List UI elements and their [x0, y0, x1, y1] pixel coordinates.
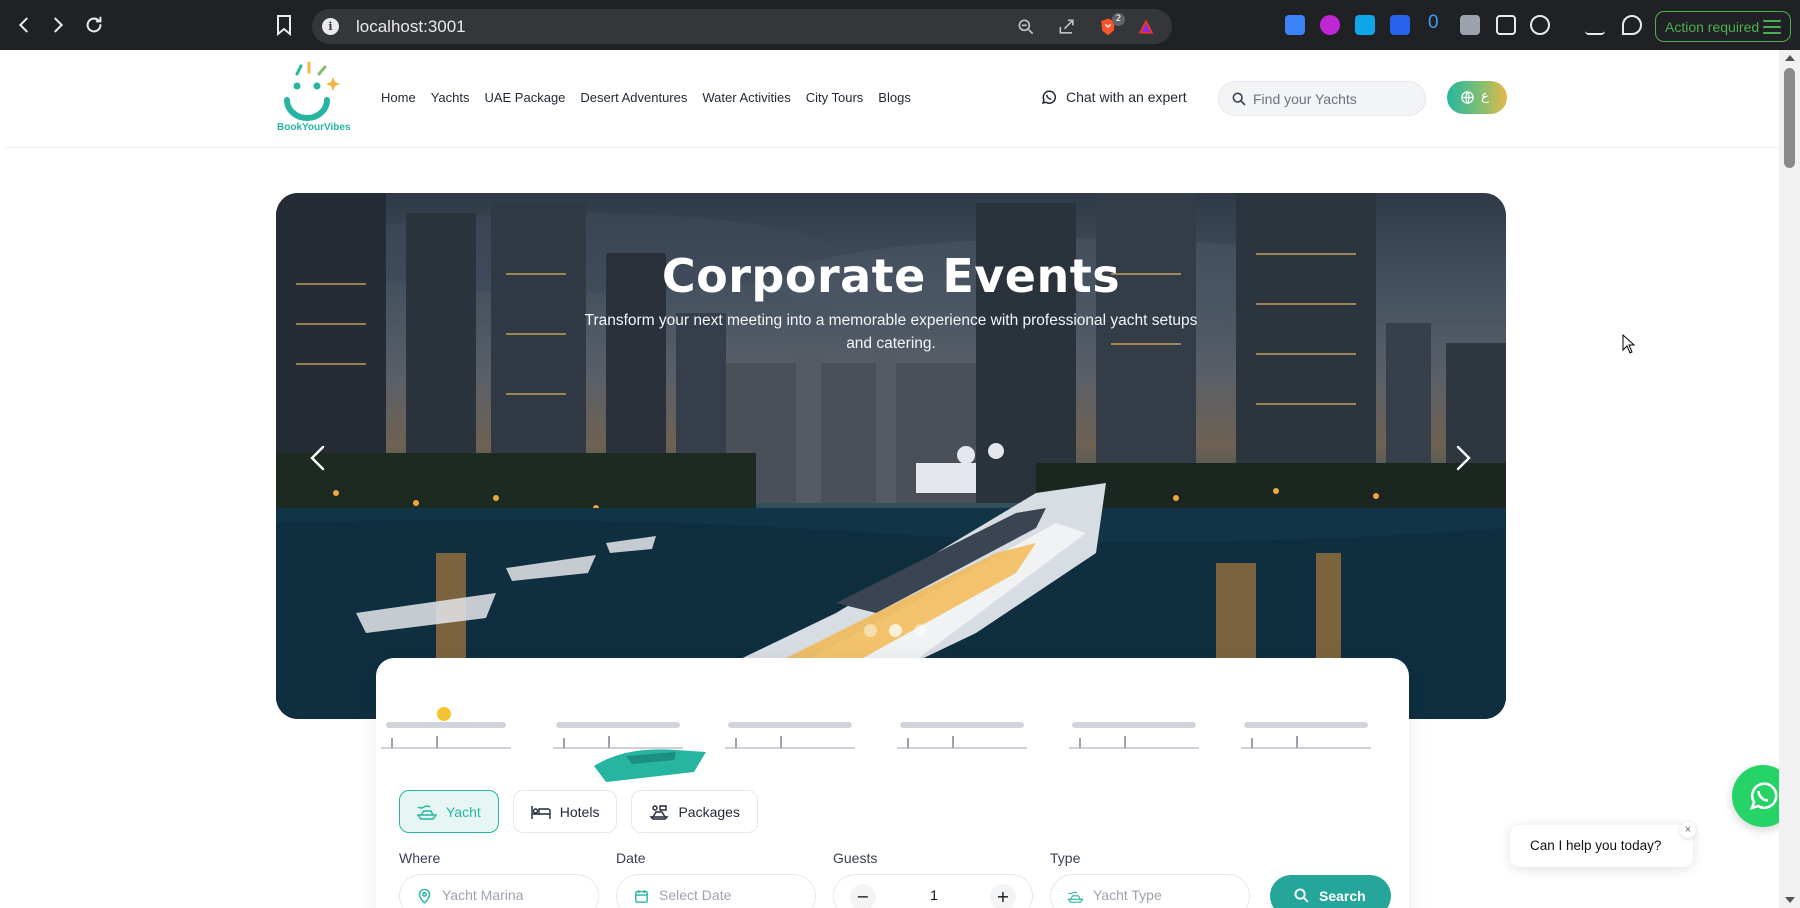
next-slide-button[interactable] — [1442, 438, 1482, 478]
whatsapp-icon — [1749, 782, 1778, 811]
close-chat-prompt-button[interactable]: × — [1680, 822, 1696, 838]
skyline-illustration — [381, 707, 1371, 782]
guests-stepper: − 1 + — [833, 874, 1033, 908]
hero-subtitle: Transform your next meeting into a memor… — [584, 312, 1198, 352]
nav-city-tours[interactable]: City Tours — [806, 90, 864, 105]
hero-title: Corporate Events — [661, 249, 1121, 303]
date-label: Date — [616, 850, 646, 866]
nav-water-activities[interactable]: Water Activities — [702, 90, 790, 105]
type-field[interactable] — [1050, 874, 1250, 908]
bed-icon — [531, 805, 551, 819]
date-field[interactable] — [616, 874, 816, 908]
location-pin-icon — [418, 888, 431, 904]
lr-ext-icon[interactable] — [1320, 15, 1340, 35]
guests-increment-button[interactable]: + — [990, 884, 1016, 908]
menu-icon — [1763, 20, 1781, 34]
back-icon[interactable] — [11, 12, 37, 38]
brand-name: BookYourVibes — [277, 122, 351, 133]
bookmark-icon[interactable] — [272, 13, 296, 37]
tab-yacht-label: Yacht — [446, 803, 481, 820]
slide-dot-active[interactable] — [889, 624, 902, 637]
scroll-up-icon[interactable] — [1785, 55, 1795, 61]
translate-ext-icon[interactable] — [1285, 15, 1305, 35]
search-icon — [1232, 92, 1246, 106]
slide-dot[interactable] — [864, 624, 877, 637]
camera-ext-icon[interactable] — [1460, 15, 1480, 35]
download-icon[interactable] — [1585, 15, 1605, 35]
page-viewport: BookYourVibes Home Yachts UAE Package De… — [5, 50, 1779, 908]
nav-uae-package[interactable]: UAE Package — [484, 90, 565, 105]
yacht-search-box[interactable] — [1218, 81, 1426, 116]
date-input[interactable] — [659, 887, 799, 903]
sun-icon — [437, 707, 451, 721]
music-icon[interactable] — [1622, 15, 1642, 35]
globe-icon — [1461, 91, 1474, 104]
reload-icon[interactable] — [81, 12, 107, 38]
where-input[interactable] — [442, 887, 582, 903]
tab-hotels[interactable]: Hotels — [512, 790, 618, 833]
package-icon — [649, 804, 670, 820]
type-input[interactable] — [1093, 887, 1233, 903]
calendar-icon — [635, 890, 648, 903]
site-info-icon[interactable]: i — [322, 18, 339, 35]
scroll-down-icon[interactable] — [1785, 897, 1795, 903]
hero-carousel: Corporate Events Transform your next mee… — [276, 193, 1506, 719]
counter-ext-icon[interactable]: 0 — [1428, 12, 1439, 34]
yacht-icon — [417, 804, 437, 820]
language-switch[interactable]: ع — [1447, 81, 1507, 114]
yacht-type-icon — [1067, 891, 1084, 903]
action-required-button[interactable]: Action required — [1655, 11, 1791, 42]
whatsapp-small-icon — [1041, 90, 1057, 105]
chat-expert-link[interactable]: Chat with an expert — [1040, 88, 1187, 106]
chevron-left-icon — [310, 445, 325, 471]
brave-rewards-icon[interactable] — [1136, 17, 1156, 37]
chat-prompt-text: Can I help you today? — [1530, 838, 1662, 853]
square-ext-icon[interactable] — [1390, 15, 1410, 35]
guests-label: Guests — [833, 850, 878, 866]
tab-packages[interactable]: Packages — [631, 790, 758, 833]
chat-expert-label: Chat with an expert — [1066, 89, 1187, 105]
chevron-right-icon — [1456, 445, 1471, 471]
nav-home[interactable]: Home — [381, 90, 416, 105]
page-scrollbar[interactable] — [1779, 50, 1800, 908]
browser-toolbar: i localhost:3001 2 0 Action required — [0, 0, 1800, 50]
search-button[interactable]: Search — [1270, 875, 1391, 908]
main-nav: Home Yachts UAE Package Desert Adventure… — [381, 90, 911, 105]
search-icon — [1294, 888, 1309, 903]
tab-hotels-label: Hotels — [559, 803, 600, 820]
key-icon[interactable] — [1530, 15, 1550, 35]
language-label: ع — [1481, 89, 1489, 104]
booking-panel: Yacht Hotels Packages Where Date Guests — [376, 658, 1409, 908]
share-icon[interactable] — [1057, 17, 1077, 37]
address-bar[interactable]: i localhost:3001 2 — [312, 9, 1172, 44]
puzzle-icon[interactable] — [1496, 15, 1516, 35]
booking-tabs: Yacht Hotels Packages — [399, 790, 758, 833]
scrollbar-thumb[interactable] — [1784, 68, 1795, 168]
action-required-label: Action required — [1665, 19, 1760, 35]
where-field[interactable] — [399, 874, 599, 908]
slide-indicators — [864, 624, 927, 637]
zoom-icon[interactable] — [1016, 17, 1036, 37]
url-text: localhost:3001 — [356, 17, 466, 36]
slide-dot[interactable] — [914, 624, 927, 637]
chat-prompt-bubble[interactable]: Can I help you today? × — [1510, 822, 1696, 867]
search-button-label: Search — [1319, 888, 1366, 904]
yacht-search-input[interactable] — [1253, 89, 1419, 109]
mouse-cursor-icon — [1622, 334, 1636, 354]
shield-count-badge: 2 — [1112, 13, 1125, 26]
site-header: BookYourVibes Home Yachts UAE Package De… — [5, 50, 1779, 148]
forward-icon[interactable] — [45, 12, 71, 38]
nav-yachts[interactable]: Yachts — [431, 90, 470, 105]
nav-blogs[interactable]: Blogs — [878, 90, 911, 105]
type-label: Type — [1050, 850, 1081, 866]
tab-yacht[interactable]: Yacht — [399, 790, 499, 833]
prev-slide-button[interactable] — [299, 438, 339, 478]
tool-ext-icon[interactable] — [1355, 15, 1375, 35]
where-label: Where — [399, 850, 441, 866]
tab-packages-label: Packages — [678, 803, 740, 820]
nav-desert-adventures[interactable]: Desert Adventures — [580, 90, 687, 105]
